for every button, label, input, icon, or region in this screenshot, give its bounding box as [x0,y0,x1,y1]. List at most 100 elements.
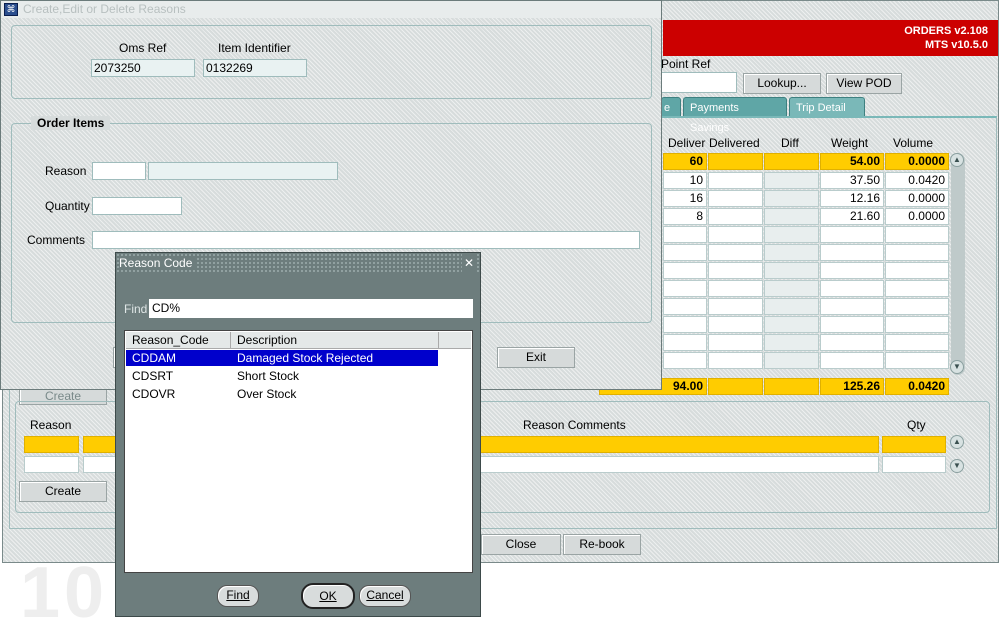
empty-row-cell[interactable] [663,280,707,297]
comments-field[interactable] [92,231,640,249]
empty-row-cell [764,316,819,333]
footer-delivered-total [708,378,763,395]
row1-delivered[interactable] [708,172,763,189]
reason-code-field[interactable] [92,162,146,180]
reason-row-code[interactable] [24,456,79,473]
empty-row-cell[interactable] [885,244,949,261]
rebook-button[interactable]: Re-book [563,534,641,555]
quantity-field[interactable] [92,197,182,215]
find-input[interactable]: CD% [149,299,473,318]
reason-code-titlebar: Reason Code ✕ [116,253,480,273]
col-header-delivered: Delivered [709,136,760,150]
empty-row-cell[interactable] [820,226,884,243]
footer-weight-total: 125.26 [820,378,884,395]
empty-row-cell[interactable] [708,298,763,315]
empty-row-cell[interactable] [663,262,707,279]
reason-code-dialog: Reason Code ✕ Find CD% Reason_Code Descr… [115,252,481,617]
col-header-diff: Diff [781,136,799,150]
reasons-window-title: Create,Edit or Delete Reasons [23,2,186,16]
ok-button[interactable]: OK [301,583,355,609]
order-items-heading: Order Items [31,116,111,130]
grid-scrollbar[interactable]: ▲ ▼ [950,153,965,375]
list-row[interactable]: CDOVR Over Stock [126,386,438,402]
cancel-button[interactable]: Cancel [359,585,411,607]
row3-delivered[interactable] [708,208,763,225]
empty-row-cell[interactable] [820,298,884,315]
tab-partial[interactable]: e [661,97,681,117]
list-row-selected[interactable]: CDDAM Damaged Stock Rejected [126,350,438,366]
row2-volume[interactable]: 0.0000 [885,190,949,207]
reason-row-qty[interactable] [882,456,946,473]
reason-comments-col-header: Reason Comments [523,418,626,432]
empty-row-cell[interactable] [820,244,884,261]
empty-row-cell[interactable] [885,226,949,243]
col-header-reason-code[interactable]: Reason_Code [126,332,231,349]
reason-row-yellow-qty [882,436,946,453]
empty-row-cell[interactable] [820,316,884,333]
empty-row-cell[interactable] [885,334,949,351]
oms-ref-field[interactable]: 2073250 [91,59,195,77]
empty-row-cell[interactable] [663,226,707,243]
empty-row-cell[interactable] [885,262,949,279]
row2-weight[interactable]: 12.16 [820,190,884,207]
empty-row-cell[interactable] [820,280,884,297]
empty-row-cell[interactable] [708,352,763,369]
empty-row-cell[interactable] [708,226,763,243]
empty-row-cell[interactable] [885,298,949,315]
row2-delivered[interactable] [708,190,763,207]
empty-row-cell[interactable] [708,316,763,333]
lookup-button[interactable]: Lookup... [743,73,821,94]
empty-row-cell[interactable] [663,298,707,315]
cancel-button-label: Cancel [366,588,404,602]
row2-diff [764,190,819,207]
empty-row-cell[interactable] [663,244,707,261]
reason-col-header: Reason [30,418,72,432]
empty-row-cell[interactable] [663,352,707,369]
row-code: CDDAM [132,351,176,365]
list-header: Reason_Code Description [126,332,471,349]
col-header-description[interactable]: Description [232,332,439,349]
reason-code-title: Reason Code [119,256,197,270]
row1-deliver[interactable]: 10 [663,172,707,189]
item-identifier-field[interactable]: 0132269 [203,59,307,77]
reason-code-list: Reason_Code Description CDDAM Damaged St… [124,330,473,573]
view-pod-button[interactable]: View POD [826,73,902,94]
empty-row-cell[interactable] [708,244,763,261]
empty-row-cell[interactable] [663,334,707,351]
point-ref-field[interactable] [661,72,737,93]
row3-weight[interactable]: 21.60 [820,208,884,225]
empty-row-cell [764,334,819,351]
total-deliver: 60 [663,153,707,170]
reasons-scroll-up-icon[interactable]: ▲ [950,435,964,449]
close-icon[interactable]: ✕ [462,253,476,273]
empty-row-cell [764,226,819,243]
exit-button[interactable]: Exit [497,347,575,368]
qty-col-header: Qty [907,418,926,432]
reasons-scroll-down-icon[interactable]: ▼ [950,459,964,473]
empty-row-cell[interactable] [820,334,884,351]
empty-row-cell[interactable] [708,280,763,297]
row3-volume[interactable]: 0.0000 [885,208,949,225]
list-row[interactable]: CDSRT Short Stock [126,368,438,384]
empty-row-cell[interactable] [663,316,707,333]
empty-row-cell[interactable] [708,334,763,351]
empty-row-cell[interactable] [708,262,763,279]
empty-row-cell[interactable] [885,316,949,333]
create-button[interactable]: Create [19,481,107,502]
empty-row-cell[interactable] [885,280,949,297]
scroll-down-icon[interactable]: ▼ [950,360,964,374]
tab-trip-detail[interactable]: Trip Detail [789,97,865,117]
empty-row-cell[interactable] [820,352,884,369]
close-button[interactable]: Close [481,534,561,555]
empty-row-cell[interactable] [885,352,949,369]
row3-deliver[interactable]: 8 [663,208,707,225]
find-button[interactable]: Find [217,585,259,607]
scroll-up-icon[interactable]: ▲ [950,153,964,167]
row1-volume[interactable]: 0.0420 [885,172,949,189]
empty-row-cell[interactable] [820,262,884,279]
row2-deliver[interactable]: 16 [663,190,707,207]
col-header-volume: Volume [893,136,934,150]
row3-diff [764,208,819,225]
tab-payments-savings[interactable]: Payments Savings [683,97,787,134]
row1-weight[interactable]: 37.50 [820,172,884,189]
